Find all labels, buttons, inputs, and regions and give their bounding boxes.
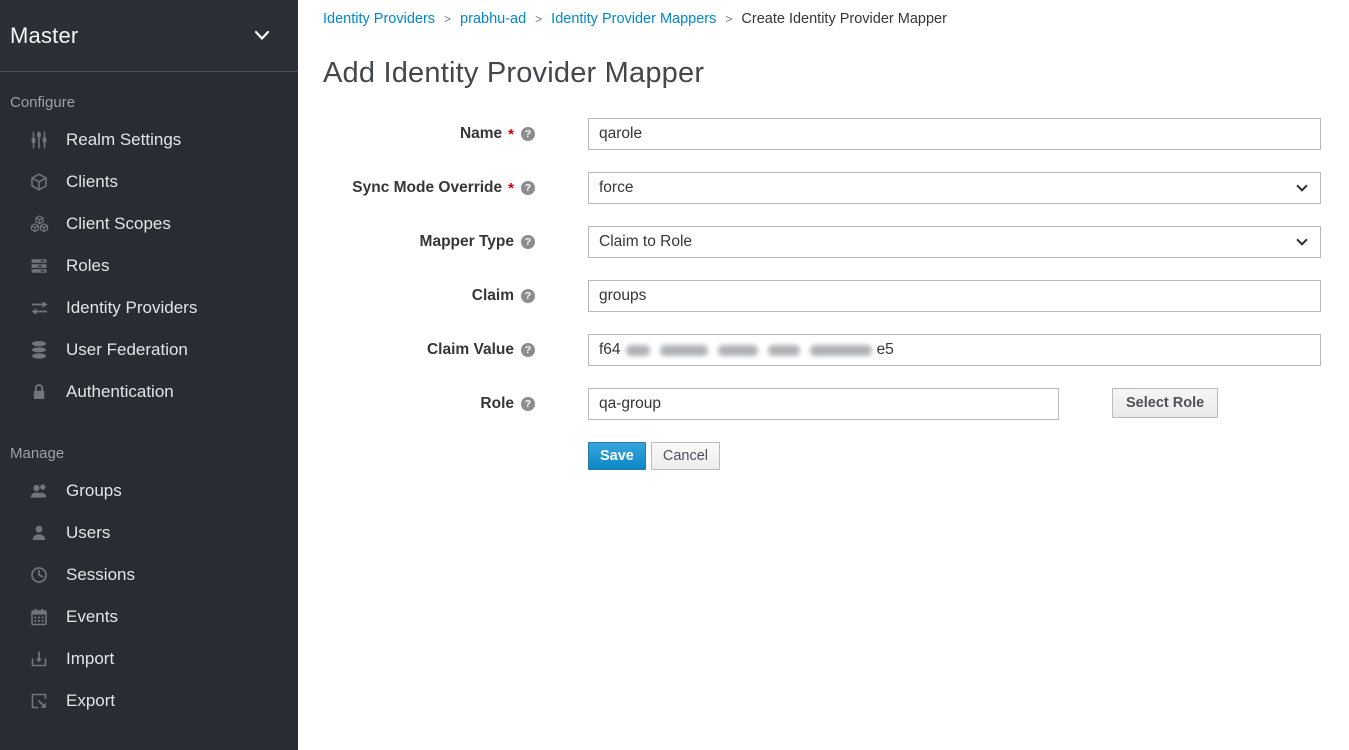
sync-mode-label: Sync Mode Override <box>352 179 502 197</box>
claim-value-suffix: e5 <box>877 341 894 359</box>
name-label: Name <box>460 125 502 143</box>
help-icon[interactable]: ? <box>521 289 535 303</box>
clock-icon <box>28 565 50 585</box>
sliders-icon <box>28 130 50 150</box>
claim-value-prefix: f64 <box>599 341 621 359</box>
sidebar-item-label: Client Scopes <box>66 214 171 234</box>
sidebar-item-label: Users <box>66 523 110 543</box>
sync-mode-selected-value: force <box>599 179 633 197</box>
breadcrumb-current: Create Identity Provider Mapper <box>741 11 947 27</box>
form-actions: Save Cancel <box>588 442 1321 470</box>
sidebar-item-authentication[interactable]: Authentication <box>0 371 298 413</box>
breadcrumb-provider-alias[interactable]: prabhu-ad <box>460 11 526 27</box>
cube-icon <box>28 172 50 192</box>
form-row-role: Role ? Select Role <box>323 388 1321 420</box>
help-icon[interactable]: ? <box>521 343 535 357</box>
page-title: Add Identity Provider Mapper <box>323 57 1321 90</box>
user-icon <box>28 523 50 543</box>
section-label-manage: Manage <box>0 413 298 470</box>
chevron-down-icon <box>1296 234 1307 245</box>
breadcrumb-separator: > <box>444 12 451 26</box>
sidebar-item-users[interactable]: Users <box>0 512 298 554</box>
required-marker: * <box>508 180 514 197</box>
sync-mode-select[interactable]: force <box>588 172 1321 204</box>
form-row-claim-value: Claim Value ? f64 e5 <box>323 334 1321 366</box>
role-label: Role <box>480 395 514 413</box>
mapper-form: Name * ? Sync Mode Override * ? force <box>323 118 1321 470</box>
claim-input[interactable] <box>588 280 1321 312</box>
chevron-down-icon <box>1296 180 1307 191</box>
claim-label: Claim <box>472 287 514 305</box>
claim-value-label: Claim Value <box>427 341 514 359</box>
cancel-button[interactable]: Cancel <box>651 442 720 470</box>
sidebar-item-groups[interactable]: Groups <box>0 470 298 512</box>
form-row-claim: Claim ? <box>323 280 1321 312</box>
breadcrumb-identity-provider-mappers[interactable]: Identity Provider Mappers <box>551 11 716 27</box>
mapper-type-select[interactable]: Claim to Role <box>588 226 1321 258</box>
sidebar-item-user-federation[interactable]: User Federation <box>0 329 298 371</box>
breadcrumb: Identity Providers > prabhu-ad > Identit… <box>323 10 1321 27</box>
sidebar-item-realm-settings[interactable]: Realm Settings <box>0 119 298 161</box>
exchange-icon <box>28 298 50 318</box>
help-icon[interactable]: ? <box>521 397 535 411</box>
sidebar-item-label: Import <box>66 649 114 669</box>
select-role-button[interactable]: Select Role <box>1112 388 1218 418</box>
form-row-sync-mode: Sync Mode Override * ? force <box>323 172 1321 204</box>
sidebar-item-export[interactable]: Export <box>0 680 298 722</box>
main-content: Identity Providers > prabhu-ad > Identit… <box>298 0 1349 750</box>
cubes-icon <box>28 214 50 234</box>
sidebar-item-label: Events <box>66 607 118 627</box>
role-input[interactable] <box>588 388 1059 420</box>
realm-selector[interactable]: Master <box>0 0 298 72</box>
form-row-mapper-type: Mapper Type ? Claim to Role <box>323 226 1321 258</box>
redacted-segment <box>718 345 758 356</box>
sidebar-item-label: Clients <box>66 172 118 192</box>
form-row-name: Name * ? <box>323 118 1321 150</box>
help-icon[interactable]: ? <box>521 181 535 195</box>
list-icon <box>28 256 50 276</box>
mapper-type-label: Mapper Type <box>420 233 514 251</box>
redacted-segment <box>660 345 708 356</box>
export-icon <box>28 691 50 711</box>
keycloak-admin-console: Master Configure Realm Set <box>0 0 1349 750</box>
import-icon <box>28 649 50 669</box>
sidebar-item-label: Authentication <box>66 382 174 402</box>
lock-icon <box>28 382 50 402</box>
name-input[interactable] <box>588 118 1321 150</box>
sidebar-item-identity-providers[interactable]: Identity Providers <box>0 287 298 329</box>
sidebar-item-roles[interactable]: Roles <box>0 245 298 287</box>
help-icon[interactable]: ? <box>521 235 535 249</box>
redacted-segment <box>626 345 650 356</box>
calendar-icon <box>28 607 50 627</box>
realm-name: Master <box>10 23 78 49</box>
sidebar-item-label: Sessions <box>66 565 135 585</box>
redacted-segment <box>810 345 872 356</box>
redacted-segment <box>768 345 800 356</box>
breadcrumb-identity-providers[interactable]: Identity Providers <box>323 11 435 27</box>
chevron-down-icon <box>254 30 270 41</box>
sidebar-nav: Configure Realm Settings <box>0 72 298 722</box>
database-icon <box>28 340 50 360</box>
users-icon <box>28 481 50 501</box>
sidebar-item-label: Identity Providers <box>66 298 197 318</box>
save-button[interactable]: Save <box>588 442 646 470</box>
sidebar-item-import[interactable]: Import <box>0 638 298 680</box>
sidebar-item-clients[interactable]: Clients <box>0 161 298 203</box>
sidebar-item-label: Export <box>66 691 115 711</box>
required-marker: * <box>508 126 514 143</box>
sidebar-item-sessions[interactable]: Sessions <box>0 554 298 596</box>
sidebar-item-label: Realm Settings <box>66 130 181 150</box>
breadcrumb-separator: > <box>725 12 732 26</box>
sidebar: Master Configure Realm Set <box>0 0 298 750</box>
claim-value-input[interactable]: f64 e5 <box>588 334 1321 366</box>
help-icon[interactable]: ? <box>521 127 535 141</box>
sidebar-item-label: Roles <box>66 256 109 276</box>
breadcrumb-separator: > <box>535 12 542 26</box>
sidebar-item-label: Groups <box>66 481 122 501</box>
sidebar-item-events[interactable]: Events <box>0 596 298 638</box>
sidebar-item-client-scopes[interactable]: Client Scopes <box>0 203 298 245</box>
section-label-configure: Configure <box>0 72 298 119</box>
sidebar-item-label: User Federation <box>66 340 188 360</box>
mapper-type-selected-value: Claim to Role <box>599 233 692 251</box>
